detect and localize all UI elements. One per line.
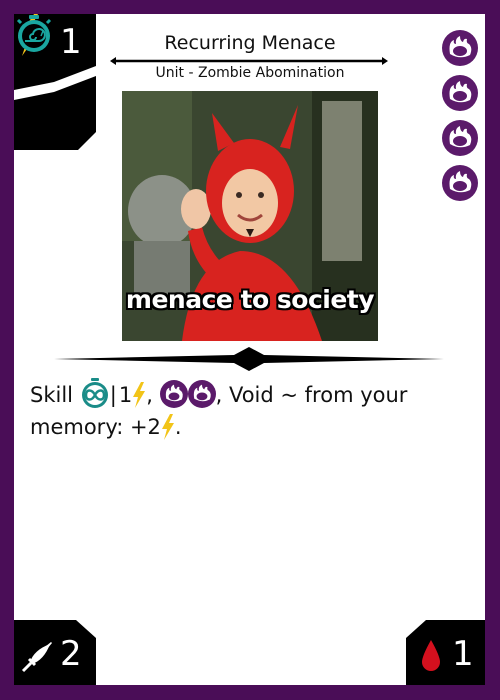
cost-value: 1 (60, 22, 82, 62)
health-value: 1 (452, 634, 474, 674)
rules-comma: , (146, 383, 153, 407)
energy-bolt-icon (161, 414, 174, 440)
card-title: Recurring Menace (164, 32, 336, 54)
void-flame-icon (442, 30, 478, 66)
art-caption: menace to society (125, 285, 375, 314)
card-art: menace to society (122, 91, 378, 341)
type-line: Unit - Zombie Abomination (155, 65, 345, 81)
sword-icon (21, 642, 52, 673)
void-flame-icon (187, 380, 216, 408)
rules-separator: | (109, 383, 117, 407)
blood-drop-icon (422, 640, 440, 671)
void-flame-icon (442, 120, 478, 156)
cost-corner: 1 (14, 14, 96, 150)
void-flame-icon (442, 75, 478, 111)
rules-line2: memory: +2 (30, 415, 161, 439)
void-flame-icon (159, 380, 188, 408)
rules-after-pips: , Void ~ from your (215, 383, 408, 407)
void-flame-icon (442, 165, 478, 201)
power-corner: 2 (14, 620, 96, 685)
infinity-timer-icon (81, 378, 108, 408)
resource-pips (442, 30, 480, 210)
section-divider (54, 347, 444, 371)
energy-bolt-icon (133, 382, 146, 408)
card: 1 Recurring Menace Unit - Zombie Abomina… (14, 14, 485, 685)
rules-cost-number: 1 (118, 383, 133, 407)
skill-label: Skill (30, 383, 73, 407)
snail-timer-icon (16, 15, 52, 52)
power-value: 2 (60, 634, 82, 674)
health-corner: 1 (406, 620, 485, 685)
rules-period: . (174, 415, 182, 439)
rules-text: Skill | 1 , , Void ~ from your memory: +… (30, 378, 450, 443)
